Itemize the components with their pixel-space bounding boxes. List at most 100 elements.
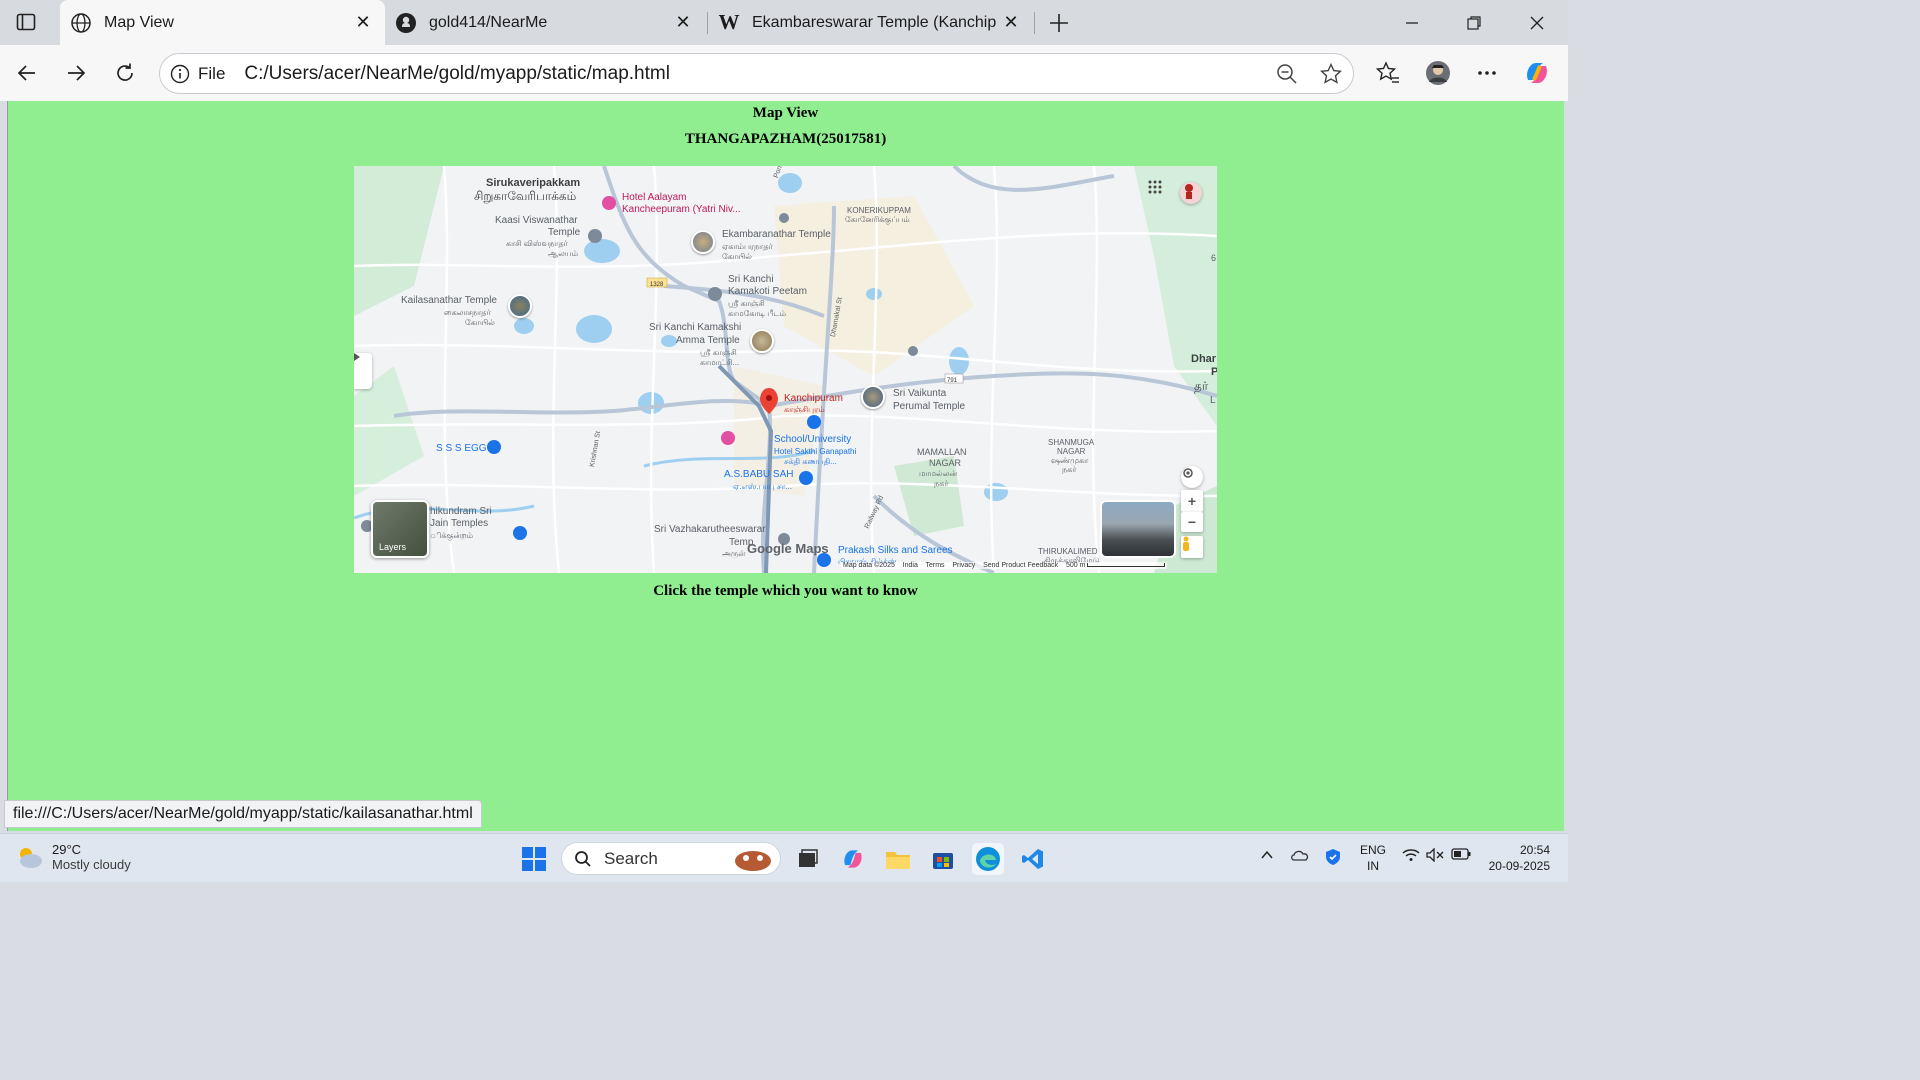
region-link[interactable]: India — [903, 562, 918, 569]
tab-map-view[interactable]: Map View ✕ — [60, 0, 385, 45]
map-label[interactable]: Sri Kanchi Kamakshi — [649, 322, 741, 334]
vaikunta-perumal-temple-pin[interactable] — [861, 385, 885, 409]
show-hidden-icons-button[interactable] — [1260, 848, 1274, 865]
cloudy-weather-icon — [20, 848, 42, 868]
map-avatar-icon[interactable] — [1180, 182, 1202, 204]
map-label[interactable]: Sri Vaikunta — [893, 388, 946, 400]
vscode-button[interactable] — [1017, 843, 1049, 875]
chevron-up-icon — [1261, 850, 1273, 859]
tab-title: Ekambareswarar Temple (Kanchip — [752, 13, 997, 31]
close-icon — [1530, 16, 1544, 30]
onedrive-icon[interactable] — [1290, 848, 1310, 865]
close-tab-icon[interactable]: ✕ — [671, 11, 695, 35]
settings-more-button[interactable] — [1472, 58, 1502, 88]
map-label[interactable]: hikundram Sri — [430, 506, 492, 518]
more-dots-icon — [1478, 71, 1496, 75]
file-explorer-button[interactable] — [882, 843, 914, 875]
map-label[interactable]: Sri Kanchi — [728, 274, 774, 286]
privacy-link[interactable]: Privacy — [952, 562, 975, 569]
road-shield-label: 791 — [947, 378, 958, 384]
map-label[interactable]: School/University — [774, 434, 851, 446]
forward-button[interactable] — [60, 57, 92, 89]
locate-icon — [1183, 468, 1193, 478]
profile-avatar-button[interactable] — [1423, 58, 1453, 88]
task-view-button[interactable] — [792, 843, 824, 875]
forward-arrow-icon — [68, 65, 86, 81]
tab-wikipedia[interactable]: W Ekambareswarar Temple (Kanchip ✕ — [708, 0, 1033, 45]
weather-condition: Mostly cloudy — [52, 857, 131, 872]
tab-actions-icon — [16, 13, 36, 31]
zoom-out-icon[interactable] — [1275, 62, 1299, 86]
back-button[interactable] — [11, 57, 43, 89]
feedback-link[interactable]: Send Product Feedback — [983, 562, 1058, 569]
restore-icon — [1467, 16, 1481, 30]
close-tab-icon[interactable]: ✕ — [999, 11, 1023, 35]
map-label[interactable]: S S S EGG — [436, 443, 487, 455]
back-arrow-icon — [17, 65, 35, 81]
google-map[interactable]: Sirukaveripakkam சிறுகாவேரிபாக்கம் Hotel… — [354, 166, 1217, 573]
refresh-button[interactable] — [109, 57, 141, 89]
kamakshi-temple-pin[interactable] — [750, 329, 774, 353]
restore-button[interactable] — [1459, 8, 1489, 38]
layers-label: Layers — [379, 542, 407, 552]
weather-widget[interactable]: 29°C Mostly cloudy — [14, 842, 131, 872]
ekambaranathar-temple-pin[interactable] — [691, 230, 715, 254]
layers-button[interactable]: Layers — [371, 500, 429, 558]
address-url[interactable]: C:/Users/acer/NearMe/gold/myapp/static/m… — [244, 63, 670, 85]
zoom-in-button[interactable]: + — [1181, 490, 1203, 512]
zoom-out-button[interactable]: − — [1181, 512, 1203, 532]
search-highlight-icon — [735, 850, 771, 871]
expand-side-panel-button[interactable] — [354, 353, 372, 389]
battery-icon[interactable] — [1451, 848, 1471, 863]
clock-date: 20-09-2025 — [1488, 859, 1550, 873]
map-label: கோயில் — [465, 318, 495, 327]
map-label[interactable]: Jain Temples — [430, 518, 488, 530]
map-label: கோயில் — [722, 252, 752, 261]
edge-browser-button[interactable] — [972, 843, 1004, 875]
map-label: காஞ்சிபுரம் — [784, 405, 825, 414]
input-language-indicator[interactable]: ENG IN — [1358, 842, 1388, 874]
minimize-button[interactable] — [1397, 8, 1427, 38]
favorite-star-icon[interactable] — [1319, 62, 1343, 86]
favorites-button[interactable] — [1373, 58, 1403, 88]
start-button[interactable] — [518, 843, 550, 875]
map-label[interactable]: Hotel Aalayam — [622, 192, 686, 204]
close-window-button[interactable] — [1522, 8, 1552, 38]
map-label[interactable]: Ekambaranathar Temple — [722, 229, 831, 241]
address-bar[interactable]: File C:/Users/acer/NearMe/gold/myapp/sta… — [159, 53, 1354, 94]
street-view-thumbnail[interactable] — [1100, 500, 1176, 558]
system-clock[interactable]: 20:54 20-09-2025 — [1480, 842, 1550, 874]
instruction-text: Click the temple which you want to know — [653, 583, 918, 599]
map-label[interactable]: Kancheepuram (Yatri Niv... — [622, 204, 741, 216]
kailasanathar-temple-pin[interactable] — [508, 294, 532, 318]
scale-label[interactable]: 500 m — [1066, 562, 1085, 569]
store-button[interactable] — [927, 843, 959, 875]
wifi-icon[interactable] — [1402, 848, 1420, 865]
map-label[interactable]: Kailasanathar Temple — [401, 295, 497, 307]
chevron-right-icon — [354, 353, 360, 361]
security-shield-icon[interactable] — [1324, 848, 1342, 869]
map-label[interactable]: Perumal Temple — [893, 401, 965, 413]
map-label[interactable]: A.S.BABU SAH — [724, 469, 793, 481]
copilot-taskbar-button[interactable] — [837, 843, 869, 875]
map-label: Sirukaveripakkam — [486, 177, 581, 189]
map-label[interactable]: Kaasi Viswanathar — [495, 215, 578, 227]
map-label[interactable]: Amma Temple — [676, 335, 740, 347]
copilot-button[interactable] — [1522, 58, 1552, 88]
task-view-icon — [799, 849, 818, 867]
tab-github[interactable]: gold414/NearMe ✕ — [385, 0, 705, 45]
map-label: கோனேரிக்குப்பம் — [845, 215, 910, 224]
close-tab-icon[interactable]: ✕ — [351, 11, 375, 35]
volume-muted-icon[interactable] — [1426, 847, 1444, 865]
map-label[interactable]: Kamakoti Peetam — [728, 286, 807, 298]
taskbar-search[interactable]: Search — [561, 842, 781, 875]
tab-actions-button[interactable] — [10, 9, 42, 35]
pegman-button[interactable] — [1181, 536, 1203, 558]
my-location-button[interactable] — [1181, 466, 1203, 488]
edge-icon — [976, 847, 1000, 871]
info-icon[interactable] — [170, 64, 190, 84]
new-tab-button[interactable] — [1044, 8, 1074, 38]
map-label[interactable]: Sri Vazhakarutheeswarar — [654, 524, 766, 536]
terms-link[interactable]: Terms — [926, 562, 945, 569]
apps-grid-icon[interactable] — [1148, 180, 1168, 200]
